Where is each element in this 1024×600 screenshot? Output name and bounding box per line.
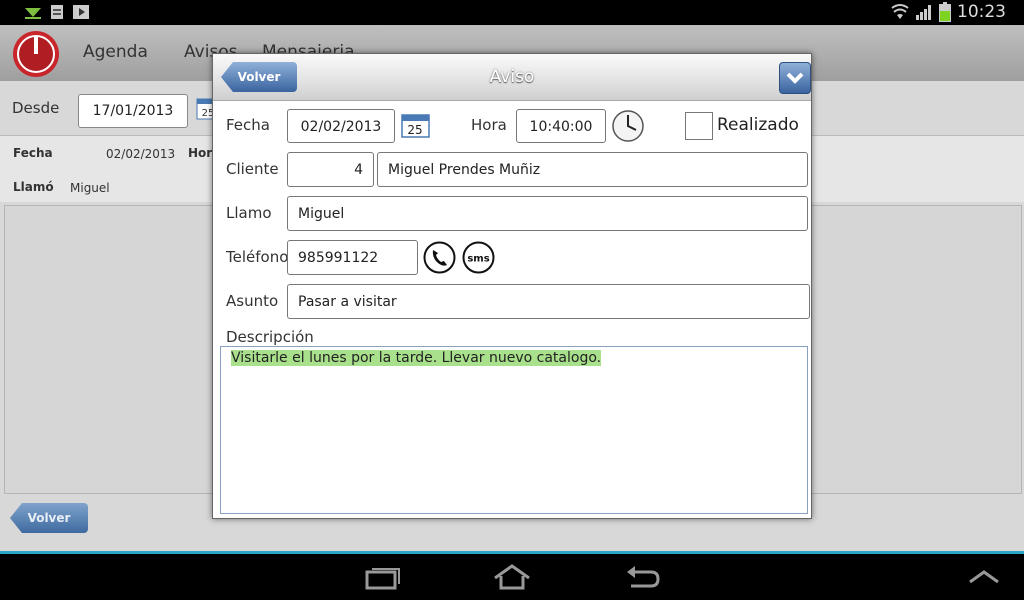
row-llamo-value: Miguel <box>70 181 110 195</box>
telefono-label: Teléfono <box>226 248 289 266</box>
cliente-name-field[interactable]: Miguel Prendes Muñiz <box>377 152 808 187</box>
row-llamo-label: Llamó <box>13 180 54 194</box>
phone-call-icon[interactable] <box>423 241 456 274</box>
chevron-up-icon[interactable] <box>968 568 1000 584</box>
asunto-field[interactable]: Pasar a visitar <box>287 284 810 319</box>
descripcion-label: Descripción <box>226 328 314 346</box>
hora-field[interactable]: 10:40:00 <box>516 109 606 143</box>
svg-text:25: 25 <box>407 123 422 137</box>
cliente-id-field[interactable]: 4 <box>287 152 374 187</box>
svg-text:sms: sms <box>467 254 489 265</box>
descripcion-selected-text[interactable]: Visitarle el lunes por la tarde. Llevar … <box>231 350 602 366</box>
battery-icon <box>939 2 951 22</box>
aviso-dialog: Volver Aviso Fecha 02/02/2013 25 Hora 10… <box>212 53 812 519</box>
recent-apps-icon[interactable] <box>365 564 401 590</box>
wifi-icon <box>891 4 909 19</box>
asunto-label: Asunto <box>226 292 279 310</box>
realizado-checkbox[interactable] <box>685 112 713 140</box>
descripcion-textarea[interactable]: Visitarle el lunes por la tarde. Llevar … <box>220 346 808 514</box>
system-nav-bar <box>0 554 1024 600</box>
file-notification-icon <box>51 5 63 19</box>
cliente-label: Cliente <box>226 160 279 178</box>
realizado-label: Realizado <box>717 115 799 135</box>
fecha-field[interactable]: 02/02/2013 <box>287 109 395 143</box>
fecha-label: Fecha <box>226 116 270 134</box>
play-notification-icon <box>73 5 89 19</box>
back-button[interactable]: Volver <box>10 503 88 533</box>
signal-icon <box>916 5 931 20</box>
dialog-title: Aviso <box>489 67 535 87</box>
back-icon[interactable] <box>625 564 661 590</box>
row-fecha-label: Fecha <box>13 146 53 160</box>
download-notification-icon <box>25 8 41 19</box>
dialog-header: Volver Aviso <box>213 54 811 101</box>
calendar-icon[interactable]: 25 <box>401 111 431 139</box>
sms-icon[interactable]: sms <box>462 241 495 274</box>
hora-label: Hora <box>471 116 507 134</box>
llamo-label: Llamo <box>226 204 272 222</box>
nav-agenda[interactable]: Agenda <box>83 42 148 62</box>
clock-icon[interactable] <box>611 109 645 143</box>
chevron-down-icon <box>786 72 804 84</box>
app-logo-icon[interactable] <box>12 30 60 78</box>
collapse-button[interactable] <box>779 62 811 94</box>
llamo-field[interactable]: Miguel <box>287 196 808 231</box>
clock-time: 10:23 <box>957 2 1006 22</box>
desde-date-field[interactable]: 17/01/2013 <box>78 94 188 128</box>
home-icon[interactable] <box>492 564 532 590</box>
telefono-field[interactable]: 985991122 <box>287 240 418 275</box>
status-bar: 10:23 <box>0 0 1024 25</box>
row-fecha-value: 02/02/2013 <box>106 147 176 161</box>
desde-label: Desde <box>12 99 60 117</box>
